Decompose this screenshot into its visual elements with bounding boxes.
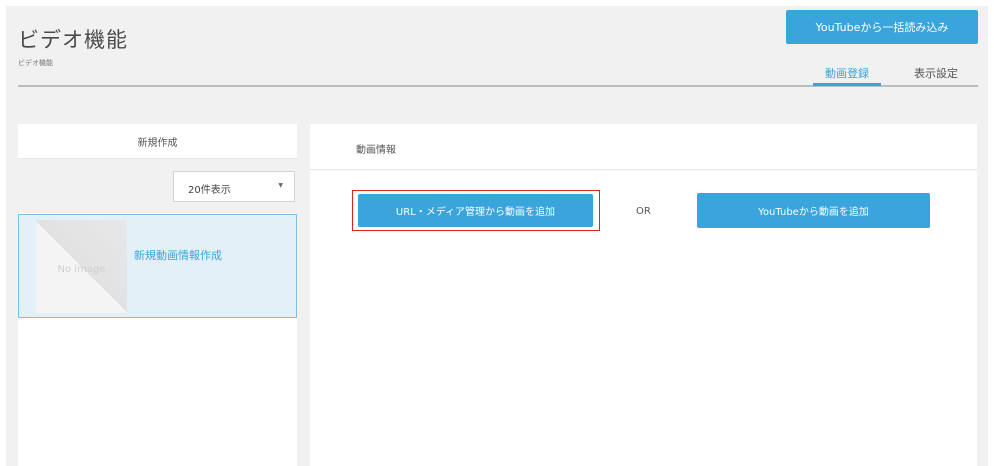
or-separator: OR [636, 206, 651, 217]
tab-video-register[interactable]: 動画登録 [813, 61, 881, 86]
per-page-value: 20件表示 [188, 185, 231, 196]
thumbnail-placeholder: No image [36, 220, 127, 313]
list-item-title: 新規動画情報作成 [134, 249, 222, 262]
tab-display-settings[interactable]: 表示設定 [901, 61, 971, 85]
chevron-down-icon: ▼ [278, 182, 283, 189]
video-info-panel: 動画情報 URL・メディア管理から動画を追加 OR YouTubeから動画を追加 [310, 124, 977, 466]
new-create-button[interactable]: 新規作成 [18, 124, 297, 159]
add-from-url-media-button[interactable]: URL・メディア管理から動画を追加 [358, 194, 593, 227]
per-page-select[interactable]: 20件表示 ▼ [173, 171, 295, 202]
section-title: 動画情報 [356, 145, 396, 156]
youtube-bulk-import-button[interactable]: YouTubeから一括読み込み [786, 10, 978, 44]
breadcrumb: ビデオ機能 [18, 59, 53, 67]
page-title: ビデオ機能 [18, 28, 128, 52]
list-item[interactable]: No image 新規動画情報作成 [18, 214, 297, 318]
no-image-label: No image [57, 264, 106, 275]
add-from-youtube-button[interactable]: YouTubeから動画を追加 [697, 193, 930, 228]
app-window: ビデオ機能 ビデオ機能 YouTubeから一括読み込み 動画登録 表示設定 新規… [6, 6, 988, 466]
section-header: 動画情報 [310, 124, 977, 170]
video-list-panel: 新規作成 20件表示 ▼ No image 新規動画情報作成 [18, 124, 297, 466]
